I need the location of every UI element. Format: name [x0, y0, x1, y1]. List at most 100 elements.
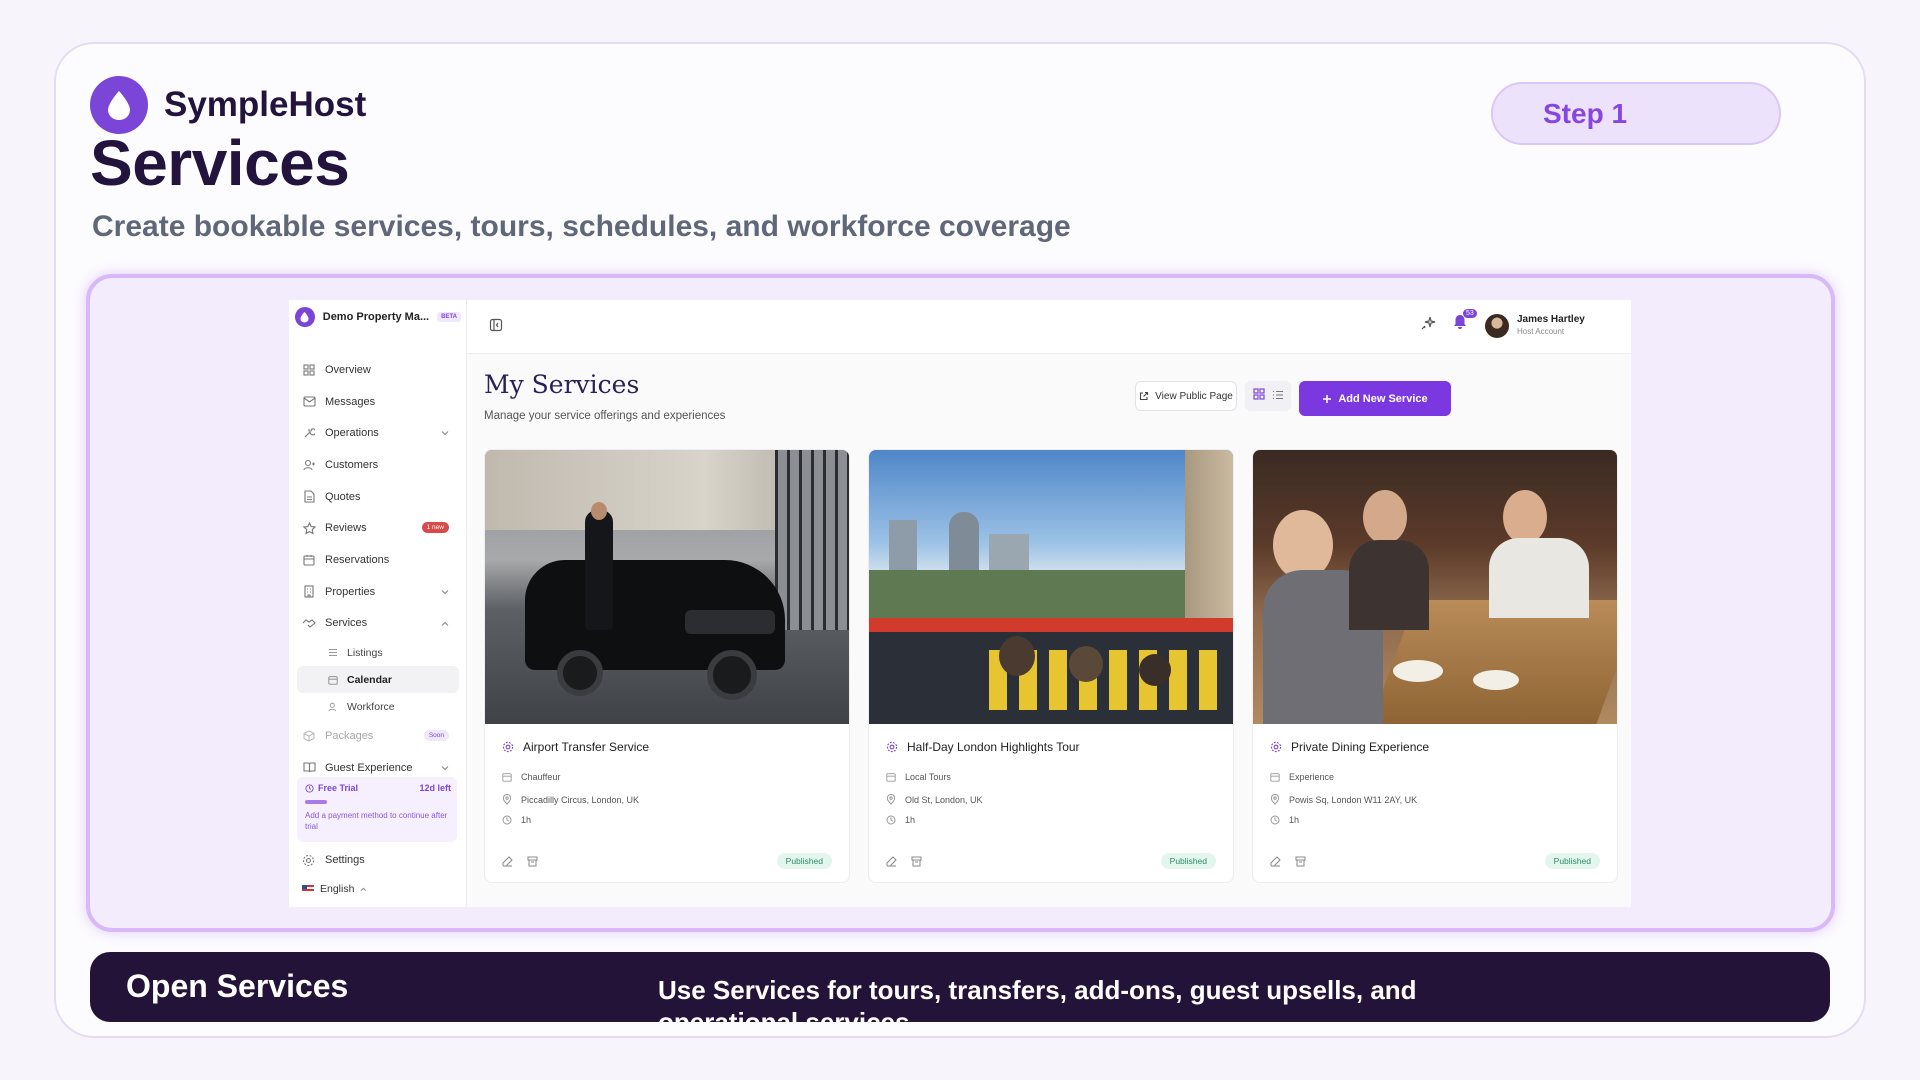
sidebar: Demo Property Ma... BETA Overview Messag…: [289, 300, 467, 907]
avatar[interactable]: [1485, 314, 1509, 338]
handshake-icon: [302, 616, 316, 630]
edit-icon[interactable]: [1270, 854, 1281, 872]
service-duration: 1h: [521, 815, 532, 825]
external-link-icon: [1140, 391, 1149, 401]
service-category: Experience: [1289, 772, 1335, 782]
language-label: English: [320, 883, 355, 895]
star-icon: [302, 521, 316, 535]
app-logo-icon: [295, 307, 315, 327]
calendar-icon: [327, 674, 339, 686]
sidebar-nav: Overview Messages Operations Customers Q…: [297, 354, 459, 784]
users-icon: [327, 701, 339, 713]
soon-badge: Soon: [423, 730, 449, 742]
chevron-down-icon[interactable]: [441, 586, 449, 598]
edit-icon[interactable]: [886, 854, 897, 872]
sidebar-item-quotes[interactable]: Quotes: [297, 481, 459, 513]
sidebar-item-services[interactable]: Services: [297, 608, 459, 640]
sidebar-subitem-calendar[interactable]: Calendar: [297, 666, 459, 694]
app-screenshot: Demo Property Ma... BETA Overview Messag…: [289, 300, 1631, 907]
sidebar-item-properties[interactable]: Properties: [297, 576, 459, 608]
category-icon: [1270, 773, 1280, 782]
sidebar-item-packages[interactable]: Packages Soon: [297, 720, 459, 752]
sidebar-item-settings[interactable]: Settings: [302, 848, 365, 872]
sidebar-subitem-label: Calendar: [347, 673, 392, 686]
sidebar-item-messages[interactable]: Messages: [297, 386, 459, 418]
user-role: Host Account: [1517, 327, 1565, 336]
service-location: Powis Sq, London W11 2AY, UK: [1289, 794, 1418, 805]
view-public-page-button[interactable]: View Public Page: [1135, 381, 1237, 411]
archive-icon[interactable]: [911, 854, 922, 872]
book-icon: [302, 761, 316, 775]
list-view-icon[interactable]: [1272, 387, 1284, 405]
add-new-service-button[interactable]: Add New Service: [1299, 381, 1451, 416]
status-badge: Published: [1160, 853, 1216, 869]
sidebar-item-label: Quotes: [325, 490, 361, 503]
service-title: Airport Transfer Service: [523, 740, 650, 754]
grid-icon: [302, 363, 316, 377]
sidebar-item-reviews[interactable]: Reviews 1 new: [297, 512, 459, 544]
chevron-up-icon[interactable]: [441, 618, 449, 630]
page-subtitle: Create bookable services, tours, schedul…: [92, 210, 1071, 243]
user-menu[interactable]: James Hartley Host Account: [1517, 314, 1585, 336]
beta-badge: BETA: [437, 312, 461, 322]
user-name: James Hartley: [1517, 314, 1585, 325]
service-title: Private Dining Experience: [1291, 740, 1430, 754]
service-location: Old St, London, UK: [905, 794, 983, 805]
sidebar-item-label: Packages: [325, 730, 374, 743]
sidebar-item-customers[interactable]: Customers: [297, 449, 459, 481]
sidebar-item-label: Overview: [325, 363, 371, 376]
sidebar-item-label: Customers: [325, 458, 379, 471]
service-gear-icon: [502, 741, 514, 753]
service-duration: 1h: [1289, 815, 1300, 825]
service-card[interactable]: Half-Day London Highlights Tour Local To…: [868, 449, 1234, 883]
chevron-down-icon[interactable]: [441, 762, 449, 774]
trial-label: Free Trial: [318, 783, 359, 793]
add-new-service-label: Add New Service: [1338, 392, 1428, 405]
free-trial-panel[interactable]: Free Trial 12d left Add a payment method…: [297, 777, 457, 842]
trial-progress-bar: [305, 800, 327, 804]
sidebar-subitem-label: Listings: [347, 646, 383, 659]
sidebar-subitem-workforce[interactable]: Workforce: [297, 693, 459, 720]
sidebar-item-overview[interactable]: Overview: [297, 354, 459, 386]
edit-icon[interactable]: [502, 854, 513, 872]
new-reviews-badge: 1 new: [421, 522, 449, 534]
ai-sparkle-icon[interactable]: [1421, 315, 1437, 336]
calendar-icon: [302, 553, 316, 567]
step-caption-description: Use Services for tours, transfers, add-o…: [658, 975, 1417, 1022]
sidebar-subitem-listings[interactable]: Listings: [297, 639, 459, 666]
chevron-down-icon[interactable]: [441, 427, 449, 439]
service-gear-icon: [886, 741, 898, 753]
trial-note: Add a payment method to continue after t…: [305, 811, 448, 831]
mail-icon: [302, 395, 316, 409]
step-badge: Step 1: [1491, 82, 1781, 145]
clock-icon: [502, 815, 512, 825]
gear-icon: [302, 853, 316, 867]
grid-view-icon[interactable]: [1252, 387, 1265, 405]
service-card[interactable]: Private Dining Experience Experience Pow…: [1252, 449, 1618, 883]
services-title: My Services: [484, 370, 640, 399]
status-badge: Published: [776, 853, 832, 869]
service-category: Chauffeur: [521, 772, 561, 782]
list-icon: [327, 647, 339, 659]
clock-icon: [886, 815, 896, 825]
service-title: Half-Day London Highlights Tour: [907, 740, 1080, 754]
sidebar-item-operations[interactable]: Operations: [297, 417, 459, 449]
property-switcher[interactable]: Demo Property Ma... BETA: [295, 305, 461, 329]
language-selector[interactable]: English: [302, 880, 367, 898]
archive-icon[interactable]: [1295, 854, 1306, 872]
clock-icon: [1270, 815, 1280, 825]
plus-icon: [1323, 394, 1332, 403]
property-name: Demo Property Ma...: [322, 311, 430, 323]
service-card[interactable]: Airport Transfer Service Chauffeur Picca…: [484, 449, 850, 883]
category-icon: [886, 773, 896, 782]
sidebar-item-label: Reviews: [325, 522, 367, 535]
sidebar-toggle-icon[interactable]: [489, 318, 503, 337]
sidebar-item-label: Settings: [325, 854, 365, 866]
sidebar-item-label: Reservations: [325, 553, 390, 566]
location-pin-icon: [1270, 794, 1280, 805]
archive-icon[interactable]: [527, 854, 538, 872]
sidebar-item-label: Properties: [325, 585, 376, 598]
sidebar-item-reservations[interactable]: Reservations: [297, 544, 459, 576]
brand-name: SympleHost: [164, 85, 367, 124]
building-icon: [302, 585, 316, 599]
